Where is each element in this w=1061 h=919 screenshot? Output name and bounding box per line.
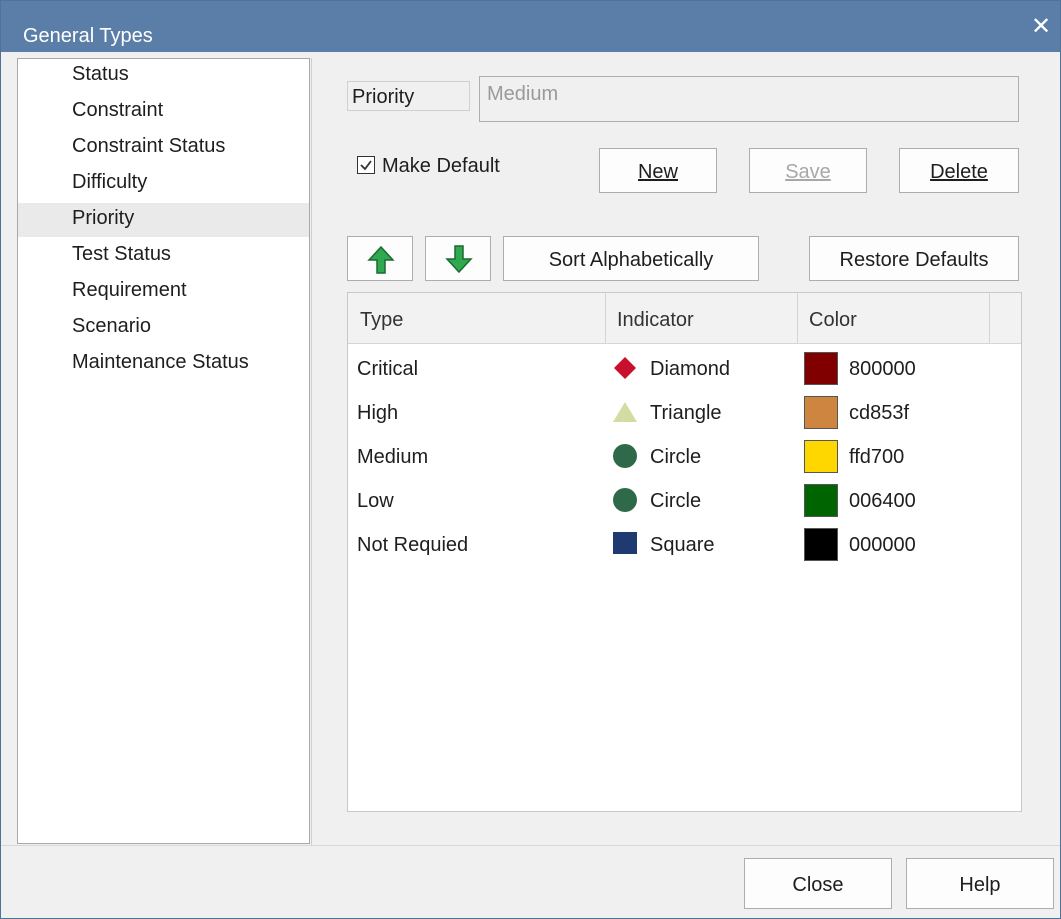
type-cell: Critical [357,358,419,380]
sidebar-item-test-status[interactable]: Test Status [18,239,309,273]
sidebar-item-label: Scenario [72,315,151,337]
sidebar-item-label: Priority [72,207,135,229]
type-cell: Low [357,490,394,512]
table-row[interactable]: Medium Circle ffd700 [348,434,1021,478]
column-header-indicator[interactable]: Indicator [617,309,694,332]
sidebar-item-maintenance-status[interactable]: Maintenance Status [18,347,309,381]
indicator-cell: Triangle [650,402,722,424]
color-hex-cell: 006400 [849,490,916,512]
color-swatch [804,352,838,385]
column-divider[interactable] [989,293,990,343]
color-swatch [804,440,838,473]
types-table[interactable]: Type Indicator Color Critical Diamond 80… [347,292,1022,812]
sort-alphabetically-button[interactable]: Sort Alphabetically [503,236,759,281]
green-up-arrow-icon [367,245,395,274]
type-name-label: Priority [352,86,415,108]
sidebar-item-label: Status [72,63,129,85]
square-icon [613,532,637,554]
make-default-label[interactable]: Make Default [382,155,500,178]
sidebar-item-requirement[interactable]: Requirement [18,275,309,309]
column-divider[interactable] [797,293,798,343]
checkmark-icon [360,160,372,171]
indicator-cell: Circle [650,446,702,468]
save-button[interactable]: Save [749,148,867,193]
type-name-input[interactable]: Medium [479,76,1019,122]
table-row[interactable]: Critical Diamond 800000 [348,346,1021,390]
indicator-cell: Circle [650,490,702,512]
color-swatch [804,396,838,429]
title-bar: General Types ✕ [1,1,1060,52]
help-button[interactable]: Help [906,858,1054,909]
new-button[interactable]: New [599,148,717,193]
sidebar-item-scenario[interactable]: Scenario [18,311,309,345]
table-header: Type Indicator Color [348,293,1021,344]
sort-button-label: Sort Alphabetically [548,249,714,271]
sidebar-item-label: Constraint [72,99,164,121]
window-title: General Types [23,25,153,47]
circle-icon [613,444,637,468]
sidebar-item-label: Test Status [72,243,171,265]
table-row[interactable]: Not Requied Square 000000 [348,522,1021,566]
delete-button-label: Delete [930,161,988,183]
make-default-checkbox[interactable] [357,156,375,174]
column-divider[interactable] [605,293,606,343]
footer-divider [1,845,1060,846]
close-icon[interactable]: ✕ [1031,15,1051,39]
circle-icon [613,488,637,512]
save-button-label: Save [785,161,831,183]
sidebar-item-label: Constraint Status [72,135,226,157]
type-cell: High [357,402,399,424]
delete-button[interactable]: Delete [899,148,1019,193]
table-row[interactable]: High Triangle cd853f [348,390,1021,434]
close-button[interactable]: Close [744,858,892,909]
green-down-arrow-icon [445,245,473,274]
restore-defaults-label: Restore Defaults [839,249,989,271]
general-types-dialog: General Types ✕ Status Constraint Constr… [0,0,1061,919]
color-hex-cell: 000000 [849,534,916,556]
type-category-list[interactable]: Status Constraint Constraint Status Diff… [17,58,310,844]
table-row[interactable]: Low Circle 006400 [348,478,1021,522]
color-hex-cell: cd853f [849,402,910,424]
type-cell: Medium [357,446,429,468]
restore-defaults-button[interactable]: Restore Defaults [809,236,1019,281]
type-name-value: Medium [487,83,559,105]
sidebar-item-label: Difficulty [72,171,148,193]
triangle-icon [613,402,637,422]
color-swatch [804,528,838,561]
sidebar-item-status[interactable]: Status [18,59,309,93]
type-name-label-box: Priority [347,81,470,111]
help-button-label: Help [959,874,1001,896]
color-hex-cell: 800000 [849,358,916,380]
close-button-label: Close [792,874,844,896]
column-header-color[interactable]: Color [809,309,857,332]
diamond-icon [614,357,636,379]
sidebar-item-label: Maintenance Status [72,351,249,373]
sidebar-item-constraint[interactable]: Constraint [18,95,309,129]
new-button-label: New [637,161,678,183]
indicator-cell: Diamond [650,358,731,380]
indicator-cell: Square [650,534,715,556]
sidebar-item-difficulty[interactable]: Difficulty [18,167,309,201]
sidebar-item-label: Requirement [72,279,187,301]
sidebar-item-constraint-status[interactable]: Constraint Status [18,131,309,165]
color-swatch [804,484,838,517]
column-header-type[interactable]: Type [360,309,403,332]
move-down-button[interactable] [425,236,491,281]
sidebar-item-priority[interactable]: Priority [18,203,309,237]
move-up-button[interactable] [347,236,413,281]
type-cell: Not Requied [357,534,469,556]
color-hex-cell: ffd700 [849,446,905,468]
